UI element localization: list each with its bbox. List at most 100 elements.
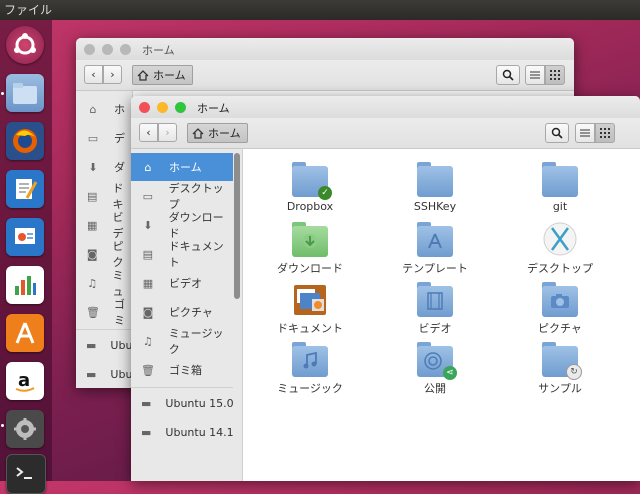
sidebar-item-video[interactable]: ▦ ビデオ bbox=[131, 269, 233, 297]
desktop-icon: ▭ bbox=[87, 131, 99, 145]
grid-view-button[interactable] bbox=[595, 123, 615, 143]
ubuntu-logo-icon[interactable] bbox=[6, 26, 44, 64]
chevron-left-icon: ‹ bbox=[91, 68, 96, 81]
files-icon[interactable] bbox=[6, 74, 44, 112]
sidebar-item-pictures[interactable]: ◙ ピク bbox=[76, 240, 132, 269]
file-item-videos[interactable]: ビデオ bbox=[385, 281, 485, 336]
sidebar-divider bbox=[131, 387, 233, 388]
running-indicator bbox=[1, 424, 4, 427]
maximize-icon[interactable] bbox=[175, 102, 186, 113]
trash-icon: 🗑 bbox=[141, 363, 155, 377]
download-icon: ⬇ bbox=[143, 218, 153, 232]
drive-icon: ▬ bbox=[86, 338, 97, 352]
calc-icon[interactable] bbox=[6, 266, 44, 304]
settings-icon[interactable] bbox=[6, 410, 44, 448]
templates-folder-icon bbox=[417, 221, 453, 257]
file-item-dropbox[interactable]: ✓ Dropbox bbox=[260, 161, 360, 213]
search-icon bbox=[551, 127, 563, 139]
file-item-samples[interactable]: ↻ サンプル bbox=[510, 341, 610, 396]
firefox-icon[interactable] bbox=[6, 122, 44, 160]
home-icon bbox=[137, 69, 149, 81]
file-item-downloads[interactable]: ダウンロード bbox=[260, 221, 360, 276]
sidebar-item-desktop[interactable]: ▭ デスクトップ bbox=[131, 182, 233, 211]
file-view: ✓ Dropbox SSHKey git ダウンロード テンプレート デスクトッ… bbox=[243, 149, 640, 481]
search-button[interactable] bbox=[496, 65, 520, 85]
terminal-icon[interactable] bbox=[6, 454, 46, 494]
list-view-icon bbox=[530, 71, 540, 79]
front-window-toolbar: ‹ › ホーム bbox=[131, 118, 640, 149]
pictures-folder-icon bbox=[542, 281, 578, 317]
grid-view-icon bbox=[550, 70, 560, 80]
search-button[interactable] bbox=[545, 123, 569, 143]
file-item-pictures[interactable]: ピクチャ bbox=[510, 281, 610, 336]
minimize-icon[interactable] bbox=[102, 44, 113, 55]
file-item-music[interactable]: ミュージック bbox=[260, 341, 360, 396]
sidebar-item-drive-2[interactable]: ▬ Ubu bbox=[76, 360, 132, 388]
sidebar-item-trash[interactable]: 🗑 ゴミ bbox=[76, 298, 132, 327]
sidebar-item-documents[interactable]: ▤ ドキ bbox=[76, 182, 132, 211]
app-menu-file[interactable]: ファイル bbox=[4, 0, 52, 20]
camera-icon: ◙ bbox=[142, 305, 154, 319]
desktop-icon: ▭ bbox=[142, 189, 154, 203]
impress-icon[interactable] bbox=[6, 218, 44, 256]
file-item-documents[interactable]: ドキュメント bbox=[260, 281, 360, 336]
file-item-public[interactable]: ⋖ 公開 bbox=[385, 341, 485, 396]
drive-icon: ▬ bbox=[141, 396, 152, 410]
forward-button[interactable]: › bbox=[158, 123, 177, 142]
sidebar-divider bbox=[76, 329, 132, 330]
writer-icon[interactable] bbox=[6, 170, 44, 208]
minimize-icon[interactable] bbox=[157, 102, 168, 113]
maximize-icon[interactable] bbox=[120, 44, 131, 55]
sidebar-item-download[interactable]: ⬇ ダ bbox=[76, 153, 132, 181]
file-item-sshkey[interactable]: SSHKey bbox=[385, 161, 485, 213]
search-icon bbox=[502, 69, 514, 81]
home-icon: ⌂ bbox=[89, 102, 97, 116]
music-folder-icon bbox=[292, 341, 328, 377]
sidebar-item-download[interactable]: ⬇ ダウンロード bbox=[131, 211, 233, 240]
sidebar-item-music[interactable]: ♫ ミュージック bbox=[131, 327, 233, 356]
camera-icon: ◙ bbox=[86, 247, 98, 261]
folder-icon: ✓ bbox=[292, 161, 332, 200]
running-indicator bbox=[1, 92, 4, 95]
file-item-desktop[interactable]: デスクトップ bbox=[510, 221, 610, 276]
forward-button[interactable]: › bbox=[103, 65, 122, 84]
list-view-button[interactable] bbox=[575, 123, 595, 143]
close-icon[interactable] bbox=[139, 102, 150, 113]
sidebar-item-documents[interactable]: ▤ ドキュメント bbox=[131, 240, 233, 269]
chevron-right-icon: › bbox=[165, 126, 170, 139]
grid-view-button[interactable] bbox=[545, 65, 565, 85]
list-view-button[interactable] bbox=[525, 65, 545, 85]
home-icon bbox=[192, 127, 204, 139]
path-label: ホーム bbox=[208, 127, 241, 140]
sidebar-item-pictures[interactable]: ◙ ピクチャ bbox=[131, 298, 233, 326]
documents-icon: ▤ bbox=[142, 247, 154, 261]
back-window-toolbar: ‹ › ホーム bbox=[76, 60, 574, 91]
video-icon: ▦ bbox=[87, 218, 98, 232]
public-folder-icon: ⋖ bbox=[417, 341, 457, 380]
sidebar-item-video[interactable]: ▦ ビデ bbox=[76, 211, 132, 240]
sidebar-item-drive-2[interactable]: ▬Ubuntu 14.10 bbox=[131, 418, 233, 446]
sidebar-item-trash[interactable]: 🗑 ゴミ箱 bbox=[131, 356, 233, 384]
back-window-titlebar[interactable]: ホーム bbox=[76, 38, 574, 60]
file-item-templates[interactable]: テンプレート bbox=[385, 221, 485, 276]
file-item-git[interactable]: git bbox=[510, 161, 610, 213]
sidebar-item-music[interactable]: ♫ ミュ bbox=[76, 269, 132, 298]
sidebar-item-desktop[interactable]: ▭ デ bbox=[76, 124, 132, 152]
sidebar-item-home[interactable]: ⌂ ホ bbox=[76, 95, 132, 123]
path-home-button[interactable]: ホーム bbox=[187, 123, 248, 143]
amazon-icon[interactable]: a bbox=[6, 362, 44, 400]
sidebar-item-drive-1[interactable]: ▬Ubuntu 15.04 bbox=[131, 389, 233, 417]
sidebar-scrollbar[interactable] bbox=[234, 153, 240, 299]
launcher: a bbox=[0, 20, 52, 494]
front-file-manager-window: ホーム ‹ › ホーム ⌂ ホーム ▭ デスクトップ ⬇ ダウンロード ▤ ドキュメント… bbox=[131, 96, 640, 481]
close-icon[interactable] bbox=[84, 44, 95, 55]
path-home-button[interactable]: ホーム bbox=[132, 65, 193, 85]
front-window-titlebar[interactable]: ホーム bbox=[131, 96, 640, 118]
sidebar-item-drive-1[interactable]: ▬ Ubu bbox=[76, 331, 132, 359]
back-button[interactable]: ‹ bbox=[84, 65, 103, 84]
window-title: ホーム bbox=[197, 102, 230, 115]
chevron-left-icon: ‹ bbox=[146, 126, 151, 139]
software-center-icon[interactable] bbox=[6, 314, 44, 352]
back-button[interactable]: ‹ bbox=[139, 123, 158, 142]
sidebar-item-home[interactable]: ⌂ ホーム bbox=[131, 153, 233, 181]
